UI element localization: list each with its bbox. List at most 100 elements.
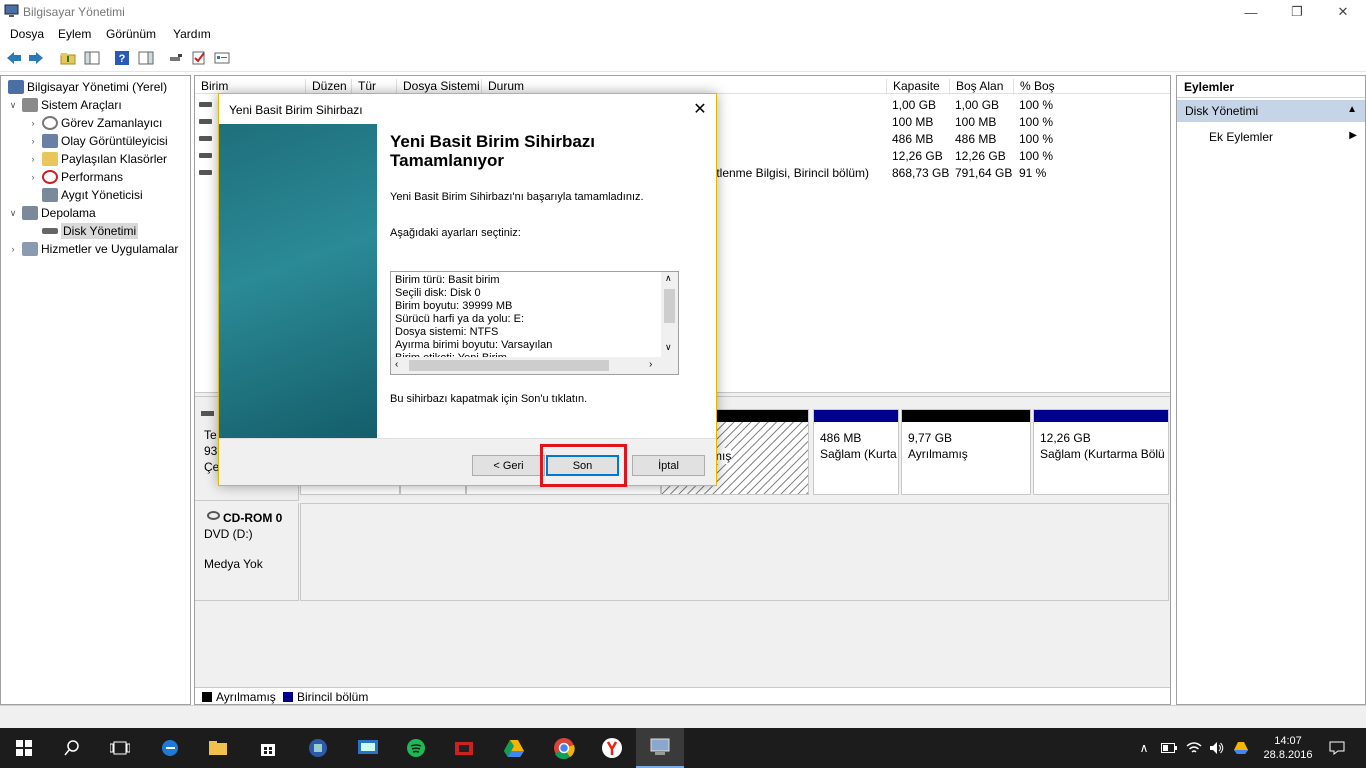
tree-device-manager[interactable]: Aygıt Yöneticisi: [27, 186, 143, 204]
collapse-triangle-icon[interactable]: ▲: [1347, 104, 1357, 115]
clock[interactable]: 14:07 28.8.2016: [1258, 728, 1318, 768]
clock-icon: [42, 116, 58, 130]
legend: Ayrılmamış Birincil bölüm: [195, 687, 1170, 704]
expand-chevron-icon[interactable]: ›: [27, 136, 39, 146]
properties-check-icon[interactable]: [189, 49, 208, 67]
google-drive-icon[interactable]: [490, 728, 538, 768]
google-drive-tray-icon[interactable]: [1230, 728, 1252, 768]
expand-chevron-icon[interactable]: ›: [27, 172, 39, 182]
setting-line: Birim türü: Basit birim: [395, 274, 500, 286]
scroll-up-icon[interactable]: ∧: [665, 273, 672, 284]
expand-chevron-icon[interactable]: ›: [27, 118, 39, 128]
dialog-body: Yeni Basit Birim Sihirbazı Tamamlanıyor …: [219, 124, 716, 438]
col-pct-free[interactable]: % Boş: [1013, 79, 1055, 95]
properties-list-icon[interactable]: [212, 49, 231, 67]
setting-line: Seçili disk: Disk 0: [395, 287, 481, 299]
disk-icon: [201, 411, 214, 416]
store-icon[interactable]: [244, 728, 292, 768]
cdrom-0-label[interactable]: CD-ROM 0 DVD (D:) Medya Yok: [195, 503, 299, 601]
event-viewer-icon: [42, 134, 58, 148]
menu-view[interactable]: Görünüm: [106, 27, 156, 41]
show-hide-tree-icon[interactable]: [82, 49, 101, 67]
scroll-thumb[interactable]: [664, 289, 675, 323]
unallocated-partition-9gb[interactable]: 9,77 GB Ayrılmamış: [901, 409, 1031, 495]
windows-start-icon[interactable]: [0, 728, 48, 768]
search-icon[interactable]: [48, 728, 96, 768]
dialog-close-icon[interactable]: ✕: [684, 94, 716, 124]
recovery-partition-12gb[interactable]: 12,26 GB Sağlam (Kurtarma Bölü: [1033, 409, 1169, 495]
connect-icon[interactable]: [166, 49, 185, 67]
dialog-title-bar: Yeni Basit Birim Sihirbazı ✕: [219, 94, 716, 124]
collapse-chevron-icon[interactable]: ∨: [7, 208, 19, 219]
clock-date: 28.8.2016: [1263, 749, 1313, 761]
scroll-left-icon[interactable]: ‹: [395, 359, 398, 370]
vertical-scrollbar[interactable]: ∧ ∨: [661, 272, 678, 358]
computer-icon: [8, 80, 24, 94]
restore-button[interactable]: ❐: [1274, 0, 1320, 24]
remote-desktop-icon[interactable]: [344, 728, 392, 768]
close-window-button[interactable]: ✕: [1320, 0, 1366, 24]
help-icon[interactable]: ?: [112, 49, 131, 67]
dialog-title: Yeni Basit Birim Sihirbazı: [229, 103, 363, 117]
tree-system-tools[interactable]: ∨ Sistem Araçları: [7, 96, 122, 114]
calculator-app-icon[interactable]: [294, 728, 342, 768]
drive-icon: [199, 153, 212, 158]
menu-bar: Dosya Eylem Görünüm Yardım: [0, 24, 1366, 45]
tree-storage[interactable]: ∨ Depolama: [7, 204, 96, 222]
performance-icon: [42, 170, 58, 184]
tree-root[interactable]: Bilgisayar Yönetimi (Yerel): [5, 78, 167, 96]
svg-text:?: ?: [118, 53, 125, 65]
task-view-icon[interactable]: [96, 728, 144, 768]
more-actions-item[interactable]: Ek Eylemler ▶: [1177, 126, 1365, 146]
storage-icon: [22, 206, 38, 220]
chrome-icon[interactable]: [540, 728, 588, 768]
setting-line: Sürücü harfi ya da yolu: E:: [395, 313, 525, 325]
action-center-icon[interactable]: [1322, 728, 1352, 768]
tree-task-scheduler[interactable]: › Görev Zamanlayıcı: [27, 114, 162, 132]
up-folder-icon[interactable]: [58, 49, 77, 67]
cancel-button[interactable]: İptal: [632, 455, 705, 476]
settings-summary-box[interactable]: Birim türü: Basit birim Seçili disk: Dis…: [390, 271, 679, 375]
expand-chevron-icon[interactable]: ›: [27, 154, 39, 164]
scroll-down-icon[interactable]: ∨: [665, 342, 672, 353]
horizontal-scrollbar[interactable]: ‹ ›: [391, 357, 678, 374]
drive-icon: [199, 170, 212, 175]
volume-icon[interactable]: [1206, 728, 1228, 768]
col-capacity[interactable]: Kapasite: [886, 79, 940, 95]
show-hidden-icons-icon[interactable]: ∧: [1134, 728, 1154, 768]
setting-line: Ayırma birimi boyutu: Varsayılan: [395, 339, 553, 351]
minimize-button[interactable]: —: [1228, 0, 1274, 24]
collapse-chevron-icon[interactable]: ∨: [7, 100, 19, 111]
battery-icon[interactable]: [1158, 728, 1180, 768]
scroll-right-icon[interactable]: ›: [649, 359, 652, 370]
edge-browser-icon[interactable]: [146, 728, 194, 768]
media-player-icon[interactable]: [440, 728, 488, 768]
menu-action[interactable]: Eylem: [58, 27, 91, 41]
hscroll-thumb[interactable]: [409, 360, 609, 371]
menu-file[interactable]: Dosya: [10, 27, 44, 41]
tree-shared-folders[interactable]: › Paylaşılan Klasörler: [27, 150, 167, 168]
show-hide-action-pane-icon[interactable]: [136, 49, 155, 67]
actions-section-disk-management[interactable]: Disk Yönetimi ▲: [1177, 100, 1365, 122]
recovery-partition-486mb[interactable]: 486 MB Sağlam (Kurta: [813, 409, 899, 495]
spotify-icon[interactable]: [392, 728, 440, 768]
col-free[interactable]: Boş Alan: [949, 79, 1003, 95]
finish-button-highlight: [540, 444, 627, 487]
tree-performance[interactable]: › Performans: [27, 168, 123, 186]
back-button[interactable]: < Geri: [472, 455, 545, 476]
computer-management-taskbar-icon[interactable]: [636, 728, 684, 768]
back-arrow-icon[interactable]: [4, 49, 23, 67]
actions-header: Eylemler: [1177, 76, 1365, 98]
wizard-banner-image: [219, 124, 377, 438]
tree-services[interactable]: › Hizmetler ve Uygulamalar: [7, 240, 178, 258]
yandex-browser-icon[interactable]: [588, 728, 636, 768]
wifi-icon[interactable]: [1182, 728, 1206, 768]
taskbar: ∧ 14:07 28.8.2016: [0, 728, 1366, 768]
setting-line: Dosya sistemi: NTFS: [395, 326, 499, 338]
forward-arrow-icon[interactable]: [26, 49, 45, 67]
file-explorer-icon[interactable]: [194, 728, 242, 768]
tree-disk-management[interactable]: Disk Yönetimi: [27, 222, 139, 240]
tree-event-viewer[interactable]: › Olay Görüntüleyicisi: [27, 132, 168, 150]
expand-chevron-icon[interactable]: ›: [7, 244, 19, 254]
menu-help[interactable]: Yardım: [173, 27, 211, 41]
